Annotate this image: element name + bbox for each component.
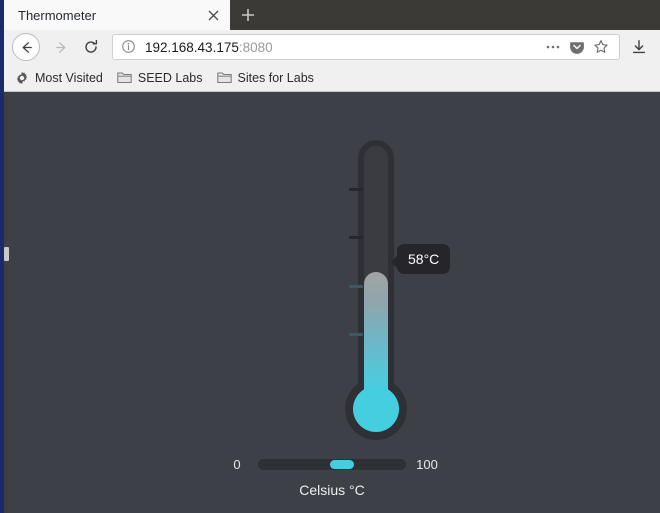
navigation-toolbar: 192.168.43.175:8080: [4, 30, 660, 64]
unit-caption: Celsius °C: [299, 482, 365, 498]
url-port: :8080: [238, 39, 273, 55]
page-viewport: 58°C 0 100 Celsius °C: [4, 92, 660, 513]
slider-thumb[interactable]: [330, 460, 354, 469]
thermometer-widget: 58°C 0 100 Celsius °C: [4, 92, 660, 513]
new-tab-button[interactable]: [230, 0, 266, 30]
url-host: 192.168.43.175: [145, 39, 239, 55]
folder-icon: [216, 70, 232, 86]
back-arrow-icon[interactable]: [12, 33, 40, 61]
slider-max-label: 100: [416, 457, 438, 472]
temperature-slider[interactable]: [258, 459, 406, 470]
browser-window: Thermometer 192.168.43.175:8080 Most Vis…: [0, 0, 660, 513]
bookmarks-bar: Most Visited SEED Labs Sites for Labs: [4, 64, 660, 92]
thermometer-tick: [349, 285, 363, 288]
star-icon[interactable]: [589, 36, 613, 58]
browser-chrome: Thermometer 192.168.43.175:8080 Most Vis…: [4, 0, 660, 92]
gear-icon: [14, 70, 30, 86]
close-icon[interactable]: [204, 6, 222, 24]
tab-thermometer[interactable]: Thermometer: [4, 0, 230, 30]
info-circle-icon[interactable]: [121, 39, 137, 55]
bookmark-sites-for-labs[interactable]: Sites for Labs: [216, 70, 314, 86]
ellipsis-icon[interactable]: [541, 36, 565, 58]
url-text: 192.168.43.175:8080: [145, 40, 541, 55]
tab-title: Thermometer: [18, 7, 97, 23]
thermometer-tick: [349, 333, 363, 336]
bookmark-label: Sites for Labs: [237, 70, 314, 85]
temperature-tooltip: 58°C: [390, 244, 451, 274]
reload-icon[interactable]: [76, 33, 106, 61]
bookmark-most-visited[interactable]: Most Visited: [14, 70, 103, 86]
slider-min-label: 0: [233, 457, 241, 472]
pocket-icon[interactable]: [565, 36, 589, 58]
download-icon[interactable]: [626, 34, 652, 60]
address-bar[interactable]: 192.168.43.175:8080: [112, 34, 620, 60]
temperature-slider-row: 0 100: [4, 457, 660, 472]
thermometer-gauge: 58°C: [345, 140, 451, 440]
thermometer-bulb: [353, 386, 399, 432]
folder-icon: [117, 70, 133, 86]
thermometer-tick: [349, 188, 363, 191]
forward-arrow-icon: [46, 33, 76, 61]
tab-strip: Thermometer: [4, 0, 660, 30]
bookmark-label: SEED Labs: [137, 70, 203, 85]
bookmark-label: Most Visited: [35, 70, 103, 85]
bookmark-seed-labs[interactable]: SEED Labs: [117, 70, 203, 86]
thermometer-tick: [349, 236, 363, 239]
